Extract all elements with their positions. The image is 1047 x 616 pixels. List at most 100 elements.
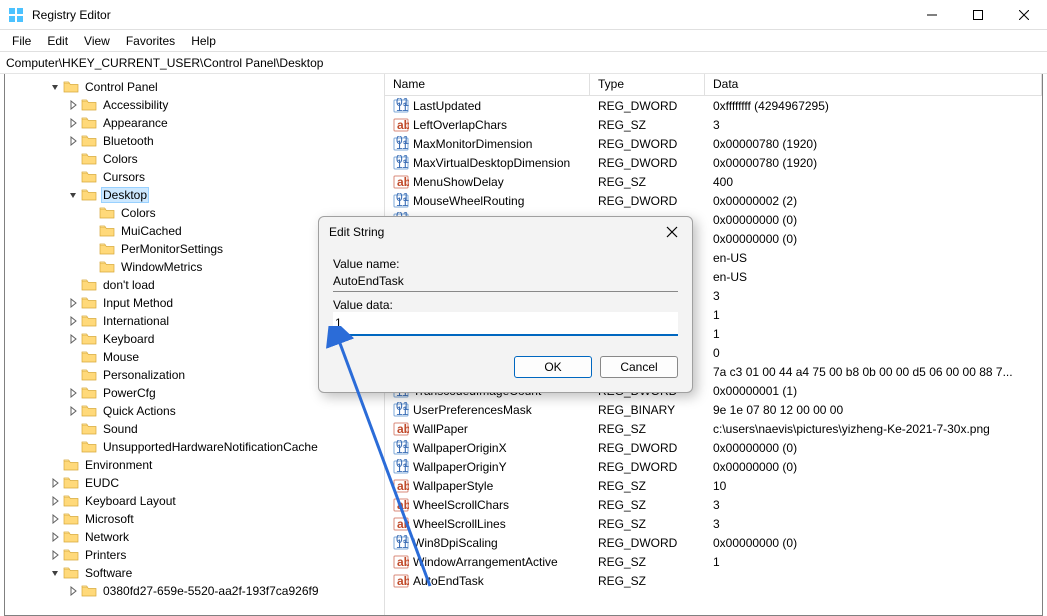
tree-item-label: Accessibility: [101, 98, 170, 112]
list-row[interactable]: 011110MaxVirtualDesktopDimensionREG_DWOR…: [385, 153, 1042, 172]
value-name-field[interactable]: AutoEndTask: [333, 271, 678, 292]
ok-button[interactable]: OK: [514, 356, 592, 378]
menu-help[interactable]: Help: [183, 32, 224, 50]
dialog-close-button[interactable]: [662, 222, 682, 242]
list-row[interactable]: abWindowArrangementActiveREG_SZ1: [385, 552, 1042, 571]
value-data: 0x00000000 (0): [705, 441, 1042, 455]
expander-icon[interactable]: [67, 351, 79, 363]
expander-icon[interactable]: [67, 315, 79, 327]
expander-icon[interactable]: [49, 495, 61, 507]
dialog-titlebar[interactable]: Edit String: [319, 217, 692, 247]
tree-item[interactable]: Bluetooth: [5, 132, 384, 150]
tree-item[interactable]: Control Panel: [5, 78, 384, 96]
svg-text:110: 110: [396, 461, 409, 475]
minimize-button[interactable]: [909, 0, 955, 30]
expander-icon[interactable]: [67, 369, 79, 381]
tree-item[interactable]: Colors: [5, 150, 384, 168]
value-data: 0x00000000 (0): [705, 232, 1042, 246]
list-row[interactable]: 011110WallpaperOriginYREG_DWORD0x0000000…: [385, 457, 1042, 476]
expander-icon[interactable]: [67, 117, 79, 129]
expander-icon[interactable]: [67, 279, 79, 291]
cancel-button[interactable]: Cancel: [600, 356, 678, 378]
list-row[interactable]: 011110MouseWheelRoutingREG_DWORD0x000000…: [385, 191, 1042, 210]
tree-item[interactable]: Environment: [5, 456, 384, 474]
expander-icon[interactable]: [67, 171, 79, 183]
svg-text:ab: ab: [397, 498, 409, 512]
expander-icon[interactable]: [49, 549, 61, 561]
tree-item-label: Environment: [83, 458, 154, 472]
expander-icon[interactable]: [49, 567, 61, 579]
tree-item-label: Bluetooth: [101, 134, 156, 148]
tree-item-label: EUDC: [83, 476, 121, 490]
column-header-data[interactable]: Data: [705, 74, 1042, 95]
expander-icon[interactable]: [85, 225, 97, 237]
expander-icon[interactable]: [49, 531, 61, 543]
value-data: 3: [705, 118, 1042, 132]
list-row[interactable]: abWallpaperStyleREG_SZ10: [385, 476, 1042, 495]
column-header-type[interactable]: Type: [590, 74, 705, 95]
tree-item[interactable]: Software: [5, 564, 384, 582]
expander-icon[interactable]: [67, 585, 79, 597]
expander-icon[interactable]: [67, 99, 79, 111]
list-row[interactable]: 011110Win8DpiScalingREG_DWORD0x00000000 …: [385, 533, 1042, 552]
tree-item[interactable]: Network: [5, 528, 384, 546]
expander-icon[interactable]: [67, 423, 79, 435]
list-row[interactable]: 011110MaxMonitorDimensionREG_DWORD0x0000…: [385, 134, 1042, 153]
expander-icon[interactable]: [49, 459, 61, 471]
value-data-label: Value data:: [333, 298, 678, 312]
tree-item[interactable]: Keyboard Layout: [5, 492, 384, 510]
list-row[interactable]: abAutoEndTaskREG_SZ: [385, 571, 1042, 590]
menu-favorites[interactable]: Favorites: [118, 32, 183, 50]
expander-icon[interactable]: [67, 387, 79, 399]
list-row[interactable]: 011110LastUpdatedREG_DWORD0xffffffff (42…: [385, 96, 1042, 115]
expander-icon[interactable]: [85, 207, 97, 219]
expander-icon[interactable]: [67, 189, 79, 201]
list-row[interactable]: 011110WallpaperOriginXREG_DWORD0x0000000…: [385, 438, 1042, 457]
tree-item[interactable]: Quick Actions: [5, 402, 384, 420]
menu-view[interactable]: View: [76, 32, 118, 50]
value-type: REG_DWORD: [590, 194, 705, 208]
tree-item[interactable]: Sound: [5, 420, 384, 438]
tree-item-label: Microsoft: [83, 512, 136, 526]
tree-item[interactable]: Microsoft: [5, 510, 384, 528]
tree-item[interactable]: Appearance: [5, 114, 384, 132]
close-button[interactable]: [1001, 0, 1047, 30]
list-row[interactable]: abWheelScrollCharsREG_SZ3: [385, 495, 1042, 514]
expander-icon[interactable]: [67, 441, 79, 453]
address-bar[interactable]: Computer\HKEY_CURRENT_USER\Control Panel…: [0, 52, 1047, 74]
expander-icon[interactable]: [67, 135, 79, 147]
expander-icon[interactable]: [67, 297, 79, 309]
tree-item[interactable]: 0380fd27-659e-5520-aa2f-193f7ca926f9: [5, 582, 384, 600]
tree-item[interactable]: Cursors: [5, 168, 384, 186]
menu-edit[interactable]: Edit: [39, 32, 76, 50]
value-name: LeftOverlapChars: [413, 118, 507, 132]
tree-item[interactable]: Printers: [5, 546, 384, 564]
expander-icon[interactable]: [67, 153, 79, 165]
maximize-button[interactable]: [955, 0, 1001, 30]
tree-item[interactable]: EUDC: [5, 474, 384, 492]
list-row[interactable]: 011110UserPreferencesMaskREG_BINARY9e 1e…: [385, 400, 1042, 419]
list-row[interactable]: abLeftOverlapCharsREG_SZ3: [385, 115, 1042, 134]
svg-text:110: 110: [396, 537, 409, 551]
expander-icon[interactable]: [85, 243, 97, 255]
tree-item[interactable]: Desktop: [5, 186, 384, 204]
expander-icon[interactable]: [67, 333, 79, 345]
column-header-name[interactable]: Name: [385, 74, 590, 95]
value-data-input[interactable]: [333, 312, 678, 336]
list-row[interactable]: abWheelScrollLinesREG_SZ3: [385, 514, 1042, 533]
list-row[interactable]: abMenuShowDelayREG_SZ400: [385, 172, 1042, 191]
value-type: REG_SZ: [590, 517, 705, 531]
expander-icon[interactable]: [49, 81, 61, 93]
value-type: REG_DWORD: [590, 156, 705, 170]
list-row[interactable]: abWallPaperREG_SZc:\users\naevis\picture…: [385, 419, 1042, 438]
tree-item[interactable]: Accessibility: [5, 96, 384, 114]
expander-icon[interactable]: [49, 477, 61, 489]
menu-file[interactable]: File: [4, 32, 39, 50]
expander-icon[interactable]: [49, 513, 61, 525]
tree-item-label: Desktop: [101, 187, 149, 203]
expander-icon[interactable]: [85, 261, 97, 273]
expander-icon[interactable]: [67, 405, 79, 417]
svg-text:110: 110: [396, 138, 409, 152]
tree-item-label: Colors: [119, 206, 158, 220]
tree-item[interactable]: UnsupportedHardwareNotificationCache: [5, 438, 384, 456]
